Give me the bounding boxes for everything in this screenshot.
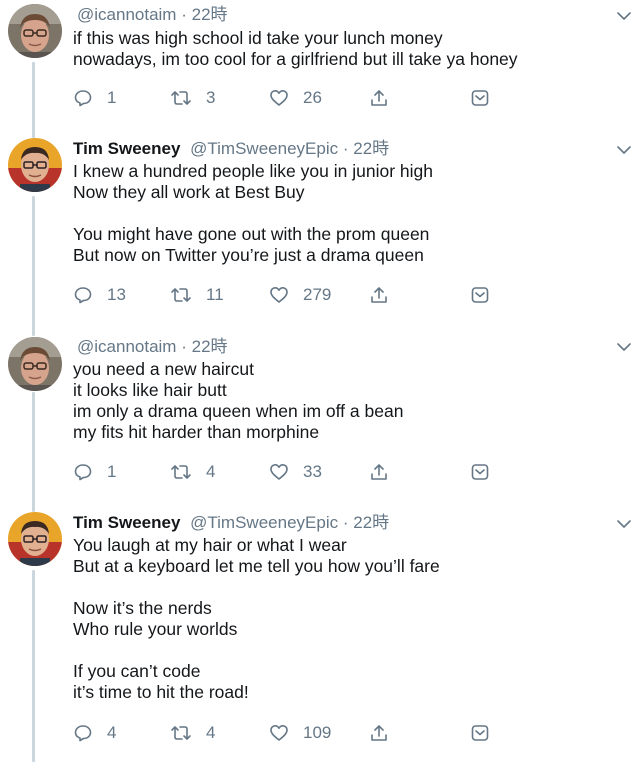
reply-button[interactable]: 1 <box>73 461 116 483</box>
reply-count: 1 <box>107 88 117 107</box>
heart-icon <box>270 287 288 303</box>
heart-icon <box>270 90 288 106</box>
user-handle[interactable]: @icannotaim <box>77 5 176 24</box>
share-button[interactable] <box>369 461 389 483</box>
reply-count: 13 <box>107 285 126 304</box>
reply-icon <box>74 90 92 107</box>
tweet-header: Tim Sweeney @TimSweeneyEpic · 22時 <box>73 512 389 534</box>
retweet-icon <box>171 288 191 302</box>
retweet-count: 11 <box>206 285 224 304</box>
like-count: 26 <box>303 88 322 107</box>
tweet[interactable]: @icannotaim · 22時 if this was high schoo… <box>0 0 642 120</box>
separator-dot: · <box>181 337 187 356</box>
reply-count: 1 <box>107 462 117 481</box>
direct-message-button[interactable] <box>470 284 490 306</box>
retweet-count: 3 <box>206 88 216 107</box>
like-count: 33 <box>303 462 322 481</box>
timestamp[interactable]: 22時 <box>192 337 228 356</box>
retweet-count: 4 <box>206 462 216 481</box>
tweet-actions: 4 4 109 <box>73 722 633 744</box>
reply-button[interactable]: 13 <box>73 284 126 306</box>
share-button[interactable] <box>369 87 389 109</box>
retweet-button[interactable]: 11 <box>170 284 224 306</box>
share-icon <box>371 287 387 303</box>
like-button[interactable]: 279 <box>269 284 331 306</box>
message-inbox-icon <box>471 90 489 106</box>
direct-message-button[interactable] <box>470 461 490 483</box>
avatar-icannotaim[interactable] <box>8 4 62 58</box>
share-icon <box>371 90 387 106</box>
timestamp[interactable]: 22時 <box>353 139 389 158</box>
tweet-text: if this was high school id take your lun… <box>73 28 518 69</box>
share-icon <box>371 464 387 480</box>
user-handle[interactable]: @TimSweeneyEpic <box>190 139 338 158</box>
message-inbox-icon <box>471 464 489 480</box>
share-icon <box>371 725 387 741</box>
avatar-icannotaim[interactable] <box>8 337 62 391</box>
share-button[interactable] <box>369 722 389 744</box>
avatar-tim-sweeney[interactable] <box>8 512 62 566</box>
reply-icon <box>74 464 92 481</box>
message-inbox-icon <box>471 287 489 303</box>
tweet-actions: 1 3 26 <box>73 87 633 109</box>
like-button[interactable]: 33 <box>269 461 322 483</box>
retweet-icon <box>171 91 191 105</box>
tweet[interactable]: Tim Sweeney @TimSweeneyEpic · 22時 I knew… <box>0 135 642 325</box>
heart-icon <box>270 725 288 741</box>
timestamp[interactable]: 22時 <box>353 513 389 532</box>
tweet-actions: 1 4 33 <box>73 461 633 483</box>
tweet[interactable]: Tim Sweeney @TimSweeneyEpic · 22時 You la… <box>0 509 642 762</box>
avatar-tim-sweeney[interactable] <box>8 138 62 192</box>
reply-button[interactable]: 1 <box>73 87 116 109</box>
tweet-text: You laugh at my hair or what I wear But … <box>73 535 440 702</box>
direct-message-button[interactable] <box>470 722 490 744</box>
separator-dot: · <box>342 139 349 158</box>
tweet-actions: 13 11 279 <box>73 284 633 306</box>
retweet-button[interactable]: 3 <box>170 87 215 109</box>
retweet-count: 4 <box>206 723 216 742</box>
retweet-icon <box>171 465 191 479</box>
retweet-icon <box>171 726 191 740</box>
display-name[interactable]: Tim Sweeney <box>73 139 180 158</box>
like-button[interactable]: 109 <box>269 722 331 744</box>
direct-message-button[interactable] <box>470 87 490 109</box>
tweet-header: Tim Sweeney @TimSweeneyEpic · 22時 <box>73 138 389 160</box>
reply-count: 4 <box>107 723 117 742</box>
user-handle[interactable]: @TimSweeneyEpic <box>190 513 338 532</box>
share-button[interactable] <box>369 284 389 306</box>
user-handle[interactable]: @icannotaim <box>77 337 176 356</box>
chevron-down-icon[interactable] <box>614 6 634 26</box>
chevron-down-icon[interactable] <box>614 140 634 160</box>
retweet-button[interactable]: 4 <box>170 461 215 483</box>
chevron-down-icon[interactable] <box>614 337 634 357</box>
separator-dot: · <box>181 5 187 24</box>
tweet-text: you need a new haircut it looks like hai… <box>73 359 404 442</box>
heart-icon <box>270 464 288 480</box>
like-button[interactable]: 26 <box>269 87 322 109</box>
reply-icon <box>74 287 92 304</box>
retweet-button[interactable]: 4 <box>170 722 215 744</box>
display-name[interactable]: Tim Sweeney <box>73 513 180 532</box>
tweet-text: I knew a hundred people like you in juni… <box>73 161 433 265</box>
reply-icon <box>74 725 92 742</box>
tweet-header: @icannotaim · 22時 <box>73 4 228 26</box>
separator-dot: · <box>342 513 349 532</box>
message-inbox-icon <box>471 725 489 741</box>
tweet[interactable]: @icannotaim · 22時 you need a new haircut… <box>0 333 642 498</box>
timestamp[interactable]: 22時 <box>192 5 228 24</box>
chevron-down-icon[interactable] <box>614 514 634 534</box>
reply-button[interactable]: 4 <box>73 722 116 744</box>
tweet-header: @icannotaim · 22時 <box>73 336 228 358</box>
like-count: 109 <box>303 723 332 742</box>
like-count: 279 <box>303 285 332 304</box>
